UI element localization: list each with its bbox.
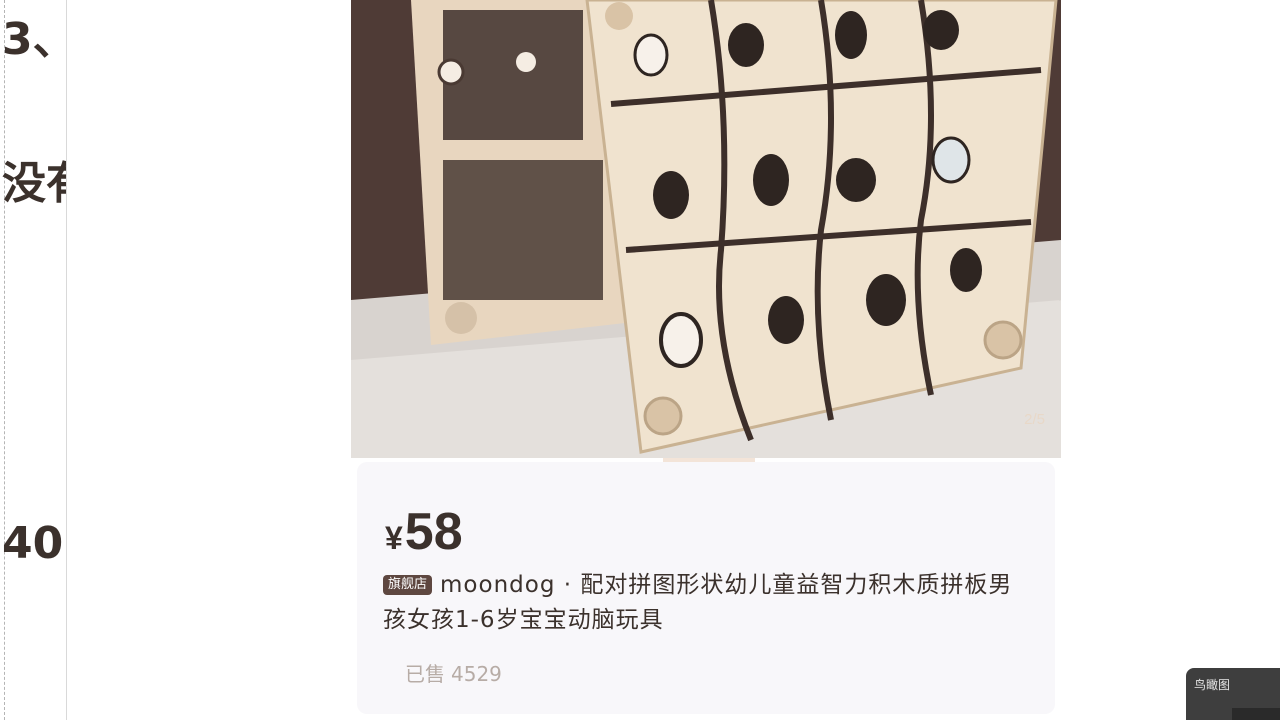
overview-widget-preview: [1232, 708, 1280, 720]
overview-widget[interactable]: 鸟瞰图: [1186, 668, 1280, 720]
puzzle-board-illustration: [351, 0, 1061, 458]
product-info-panel: ¥ 58 旗舰店 moondog · 配对拼图形状幼儿童益智力积木质拼板男孩女孩1…: [357, 462, 1055, 714]
sold-label: 已售: [405, 662, 445, 686]
price-currency: ¥: [385, 520, 403, 556]
slide-border-dashed: [4, 0, 5, 720]
product-card: 2/5 ¥ 58 旗舰店 moondog · 配对拼图形状幼儿童益智力积木质拼板男…: [351, 0, 1061, 720]
slide-text-line-3: 40: [2, 518, 64, 569]
slide-text-line-1: 3、: [2, 14, 66, 65]
price: ¥ 58: [385, 502, 463, 562]
sold-number: 4529: [451, 662, 502, 686]
slide-text-line-2: 没有: [2, 158, 66, 209]
product-title[interactable]: 旗舰店 moondog · 配对拼图形状幼儿童益智力积木质拼板男孩女孩1-6岁宝宝…: [383, 568, 1033, 638]
product-title-text: moondog · 配对拼图形状幼儿童益智力积木质拼板男孩女孩1-6岁宝宝动脑玩…: [383, 572, 1013, 633]
price-amount: 58: [404, 503, 463, 561]
sold-count: 已售 4529: [405, 658, 502, 687]
product-image[interactable]: 2/5: [351, 0, 1061, 458]
overview-widget-label: 鸟瞰图: [1194, 678, 1231, 692]
flagship-store-badge: 旗舰店: [383, 575, 433, 595]
left-slide-panel: 3、 没有 40: [0, 0, 67, 720]
image-page-indicator: 2/5: [1024, 411, 1045, 428]
